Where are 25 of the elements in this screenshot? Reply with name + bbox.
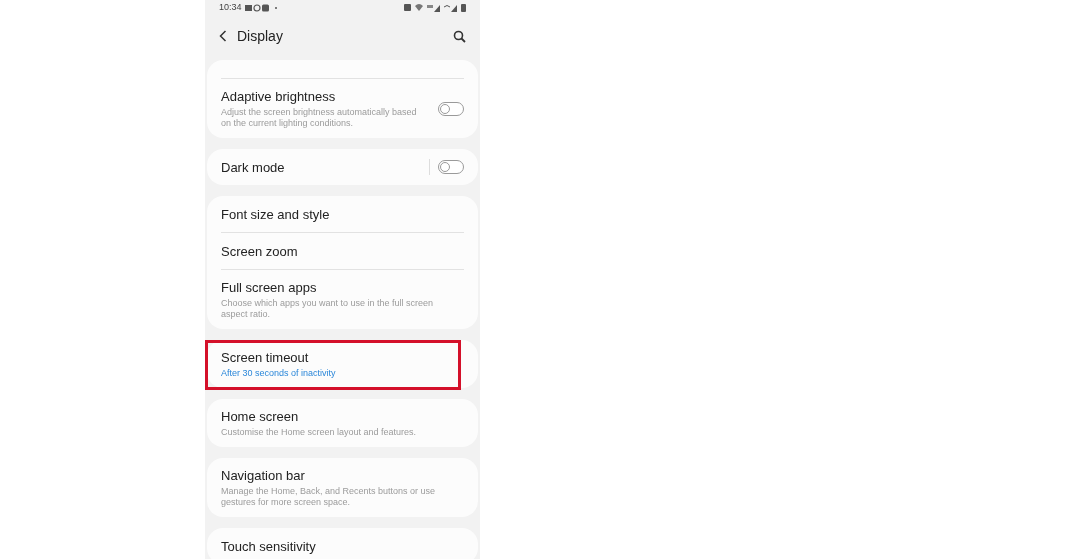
- setting-title[interactable]: Font size and style: [221, 205, 464, 223]
- signal-icon: [444, 3, 457, 12]
- toggle-switch[interactable]: [438, 101, 464, 116]
- search-icon[interactable]: [453, 29, 466, 43]
- back-icon[interactable]: [219, 30, 227, 42]
- setting-title[interactable]: Touch sensitivity: [221, 537, 464, 555]
- toggle-switch[interactable]: [438, 160, 464, 174]
- signal-icon: [427, 3, 440, 12]
- setting-description: Manage the Home, Back, and Recents buttons or use gestures for more screen space.: [221, 486, 437, 508]
- setting-title[interactable]: Full screen apps: [221, 279, 464, 296]
- setting-description: Adjust the screen brightness automatically based on the current lighting conditions.: [221, 107, 418, 129]
- setting-description: Choose which apps you want to use in the full screen aspect ratio.: [221, 298, 435, 320]
- setting-description: After 30 seconds of inactivity: [221, 368, 337, 379]
- setting-title[interactable]: Navigation bar: [221, 467, 464, 484]
- page-title: Display: [237, 26, 283, 46]
- setting-title[interactable]: Home screen: [221, 408, 464, 425]
- wifi-icon: [415, 4, 423, 11]
- setting-title[interactable]: Screen zoom: [221, 242, 464, 260]
- setting-title[interactable]: Screen timeout: [221, 349, 464, 366]
- setting-description: Customise the Home screen layout and features.: [221, 427, 418, 438]
- setting-title[interactable]: Dark mode: [221, 158, 429, 176]
- setting-title[interactable]: Adaptive brightness: [221, 88, 438, 105]
- battery-icon: [461, 3, 466, 12]
- status-time: 10:34: [219, 0, 242, 14]
- status-notification-icons: [244, 3, 279, 12]
